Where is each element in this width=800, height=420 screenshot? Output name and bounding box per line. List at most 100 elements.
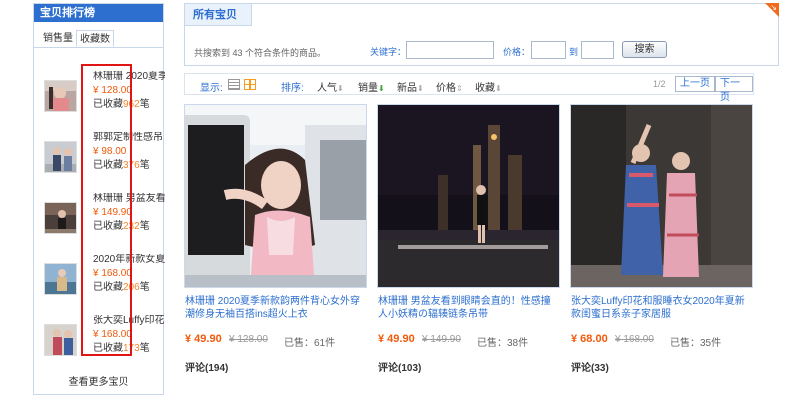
product-reviews[interactable]: 评论(33) bbox=[571, 359, 609, 374]
arrow-down-icon: ⬇ bbox=[495, 84, 502, 93]
product-image[interactable] bbox=[184, 104, 367, 288]
ranking-thumb[interactable] bbox=[44, 141, 77, 173]
fav-count: 962 bbox=[123, 99, 140, 110]
ranking-thumb[interactable] bbox=[44, 202, 77, 234]
product-price: ¥ 49.90 bbox=[378, 333, 415, 345]
sort-sales[interactable]: 销量⬇ bbox=[358, 79, 385, 94]
product-card: 林珊珊 男盆友看到眼睛会直的！性感撞人小妖精の辐辏链条吊带 ¥ 49.90 ¥ … bbox=[377, 104, 561, 376]
sort-bar: 显示: 排序: 人气⬇ 销量⬇ 新品⬇ 价格⇕ 收藏⬇ 1/2 上一页 下一页 bbox=[184, 73, 754, 103]
grid-view-icon[interactable] bbox=[244, 79, 256, 90]
arrow-down-icon: ⬇ bbox=[378, 84, 385, 93]
product-original-price: ¥ 149.90 bbox=[422, 334, 461, 345]
ranking-thumb[interactable] bbox=[44, 80, 77, 112]
arrow-down-icon: ⬇ bbox=[417, 84, 424, 93]
fav-prefix: 已收藏 bbox=[93, 160, 123, 171]
next-page-button[interactable]: 下一页 bbox=[715, 76, 753, 103]
search-button[interactable]: 搜索 bbox=[622, 41, 667, 58]
fav-prefix: 已收藏 bbox=[93, 221, 123, 232]
price-max-input[interactable] bbox=[581, 41, 614, 59]
fav-suffix: 笔 bbox=[139, 343, 150, 354]
product-card: 张大奕Luffy印花和服睡衣女2020年夏新款闺蜜日系亲子家居服 ¥ 68.00… bbox=[570, 104, 754, 376]
view-more-link[interactable]: 查看更多宝贝 bbox=[34, 373, 163, 388]
product-price: ¥ 68.00 bbox=[571, 333, 608, 345]
page-title: 所有宝贝 bbox=[185, 4, 252, 26]
product-image[interactable] bbox=[570, 104, 753, 288]
tab-divider bbox=[34, 47, 163, 48]
ranking-price: ¥ 149.90 bbox=[93, 207, 132, 218]
all-items-panel: 所有宝贝 ↘ 共搜索到 43 个符合条件的商品。 关键字： 价格： 到 搜索 bbox=[184, 3, 779, 66]
price-label: 价格： bbox=[503, 47, 531, 57]
page-indicator: 1/2 bbox=[653, 79, 666, 89]
keyword-input[interactable] bbox=[406, 41, 494, 59]
ranking-item[interactable]: 郭郭定制性感吊 ¥ 98.00 已收藏376笔 bbox=[44, 132, 165, 182]
product-image[interactable] bbox=[377, 104, 560, 288]
sort-sales-label: 销量 bbox=[358, 83, 378, 94]
price-min-input[interactable] bbox=[531, 41, 566, 59]
fav-prefix: 已收藏 bbox=[93, 343, 123, 354]
ranking-name[interactable]: 林珊珊 2020夏季 bbox=[93, 71, 165, 83]
ranking-favorites: 已收藏206笔 bbox=[93, 282, 150, 294]
fav-count: 173 bbox=[123, 343, 140, 354]
ranking-name[interactable]: 2020年新款女夏 bbox=[93, 254, 165, 266]
sidebar-title: 宝贝排行榜 bbox=[34, 4, 163, 22]
sort-popularity-label: 人气 bbox=[317, 83, 337, 94]
ranking-name[interactable]: 郭郭定制性感吊 bbox=[93, 132, 165, 144]
sort-favorites[interactable]: 收藏⬇ bbox=[475, 79, 502, 94]
ranking-name[interactable]: 张大奕Luffy印花 bbox=[93, 315, 165, 327]
fav-suffix: 笔 bbox=[139, 99, 150, 110]
ranking-name[interactable]: 林珊珊 男盆友看 bbox=[93, 193, 165, 205]
fav-suffix: 笔 bbox=[139, 221, 150, 232]
sort-price[interactable]: 价格⇕ bbox=[436, 79, 463, 94]
sort-new[interactable]: 新品⬇ bbox=[397, 79, 424, 94]
corner-arrow-icon: ↘ bbox=[770, 3, 777, 12]
product-sold: 已售：35件 bbox=[670, 338, 722, 349]
ranking-thumb[interactable] bbox=[44, 324, 77, 356]
arrow-updown-icon: ⇕ bbox=[456, 84, 463, 93]
ranking-favorites: 已收藏376笔 bbox=[93, 160, 150, 172]
ranking-price: ¥ 128.00 bbox=[93, 85, 132, 96]
product-title[interactable]: 张大奕Luffy印花和服睡衣女2020年夏新款闺蜜日系亲子家居服 bbox=[571, 295, 751, 321]
ranking-price: ¥ 98.00 bbox=[93, 146, 127, 157]
sort-popularity[interactable]: 人气⬇ bbox=[317, 79, 344, 94]
product-card: 林珊珊 2020夏季新款韵两件背心女外穿潮修身无袖百搭ins超火上衣 ¥ 49.… bbox=[184, 104, 368, 376]
tab-sales[interactable]: 销售量 bbox=[40, 30, 76, 47]
fav-count: 232 bbox=[123, 221, 140, 232]
ranking-favorites: 已收藏173笔 bbox=[93, 343, 150, 355]
sort-label: 排序: bbox=[281, 83, 304, 94]
ranking-item[interactable]: 2020年新款女夏 ¥ 168.00 已收藏206笔 bbox=[44, 254, 165, 304]
product-price: ¥ 49.90 bbox=[185, 333, 222, 345]
product-original-price: ¥ 128.00 bbox=[229, 334, 268, 345]
ranking-item[interactable]: 张大奕Luffy印花 ¥ 168.00 已收藏173笔 bbox=[44, 315, 165, 365]
prev-page-button[interactable]: 上一页 bbox=[675, 76, 715, 92]
price-to-label: 到 bbox=[569, 47, 579, 57]
ranking-thumb[interactable] bbox=[44, 263, 77, 295]
fav-prefix: 已收藏 bbox=[93, 99, 123, 110]
product-reviews[interactable]: 评论(103) bbox=[378, 359, 421, 374]
product-title[interactable]: 林珊珊 2020夏季新款韵两件背心女外穿潮修身无袖百搭ins超火上衣 bbox=[185, 295, 365, 321]
fav-count: 376 bbox=[123, 160, 140, 171]
list-view-icon[interactable] bbox=[228, 79, 240, 90]
display-label: 显示: bbox=[200, 83, 223, 94]
fav-suffix: 笔 bbox=[139, 282, 150, 293]
product-sold: 已售：38件 bbox=[477, 338, 529, 349]
ranking-price: ¥ 168.00 bbox=[93, 268, 132, 279]
product-original-price: ¥ 168.00 bbox=[615, 334, 654, 345]
sidebar-tabs: 销售量 收藏数 bbox=[40, 30, 114, 47]
product-reviews[interactable]: 评论(194) bbox=[185, 359, 228, 374]
sort-price-label: 价格 bbox=[436, 83, 456, 94]
ranking-item[interactable]: 林珊珊 男盆友看 ¥ 149.90 已收藏232笔 bbox=[44, 193, 165, 243]
ranking-sidebar: 宝贝排行榜 销售量 收藏数 林珊珊 2020夏季 ¥ 128.00 已收藏962… bbox=[33, 3, 165, 395]
arrow-down-icon: ⬇ bbox=[337, 84, 344, 93]
tab-favorites[interactable]: 收藏数 bbox=[76, 30, 114, 47]
fav-count: 206 bbox=[123, 282, 140, 293]
ranking-price: ¥ 168.00 bbox=[93, 329, 132, 340]
product-title[interactable]: 林珊珊 男盆友看到眼睛会直的！性感撞人小妖精の辐辏链条吊带 bbox=[378, 295, 558, 321]
sort-favorites-label: 收藏 bbox=[475, 83, 495, 94]
sort-new-label: 新品 bbox=[397, 83, 417, 94]
ranking-favorites: 已收藏962笔 bbox=[93, 99, 150, 111]
fav-prefix: 已收藏 bbox=[93, 282, 123, 293]
keyword-label: 关键字： bbox=[370, 47, 407, 57]
product-sold: 已售：61件 bbox=[284, 338, 336, 349]
ranking-item[interactable]: 林珊珊 2020夏季 ¥ 128.00 已收藏962笔 bbox=[44, 71, 165, 121]
result-count: 共搜索到 43 个符合条件的商品。 bbox=[194, 48, 327, 58]
